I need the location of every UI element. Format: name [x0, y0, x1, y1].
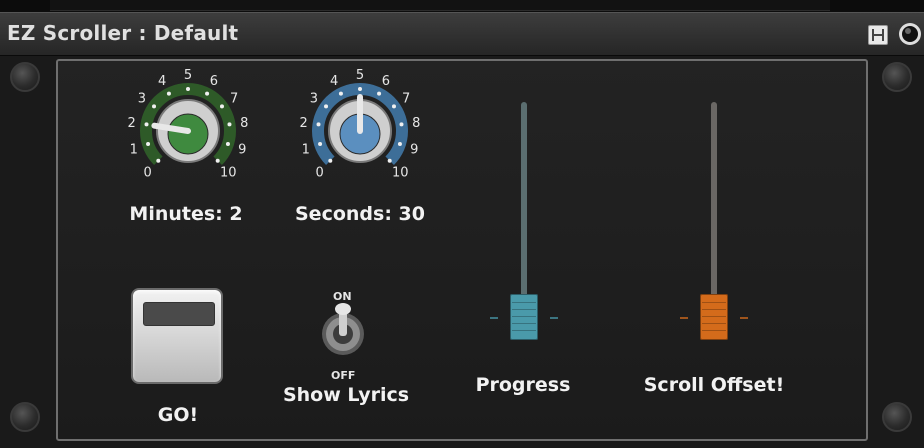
knob-tick-label: 6	[382, 74, 390, 89]
top-slot	[50, 0, 830, 11]
scroll-offset-slider[interactable]	[678, 80, 750, 360]
screw-bottom-left	[10, 402, 40, 432]
show-lyrics-toggle[interactable]	[318, 300, 368, 364]
knob-dot	[397, 141, 402, 146]
knob-tick-label: 7	[230, 91, 238, 106]
knob-tick-label: 5	[184, 68, 192, 83]
knob-tick-label: 1	[302, 143, 310, 158]
power-icon-glyph	[899, 23, 921, 45]
slider-side-mark	[490, 317, 498, 319]
knob-tick-label: 3	[138, 91, 146, 106]
knob-tick-label: 0	[316, 165, 324, 180]
knob-dot	[324, 104, 329, 109]
knob-dot	[316, 122, 321, 127]
slider-track	[711, 102, 717, 320]
slider-grip	[702, 316, 726, 317]
knob-dot	[144, 122, 149, 127]
top-strip	[0, 0, 924, 12]
show-lyrics-label: Show Lyrics	[282, 384, 410, 406]
knob-dot	[377, 91, 382, 96]
knob-dot	[328, 158, 333, 163]
knob-dot	[338, 91, 343, 96]
scroll-offset-label: Scroll Offset!	[643, 374, 785, 396]
knob-dot	[219, 104, 224, 109]
slider-side-mark	[740, 317, 748, 319]
knob-dot	[205, 91, 210, 96]
slider-track	[521, 102, 527, 320]
progress-label: Progress	[475, 374, 571, 396]
go-indicator	[143, 302, 215, 326]
knob-dot	[399, 122, 404, 127]
slider-grip	[702, 302, 726, 303]
window-title: EZ Scroller : Default	[7, 21, 239, 45]
knob-tick-label: 3	[310, 91, 318, 106]
title-bar: EZ Scroller : Default	[0, 12, 924, 56]
toggle-off-label: OFF	[331, 369, 356, 382]
screw-bottom-right	[882, 402, 912, 432]
knob-dot	[186, 87, 190, 91]
seconds-knob[interactable]: 01 234 5 678 910	[290, 65, 430, 205]
go-button[interactable]	[131, 288, 223, 384]
save-icon[interactable]	[868, 25, 888, 45]
slider-grip	[512, 309, 536, 310]
knob-tick-label: 2	[128, 116, 136, 131]
knob-dot	[156, 158, 161, 163]
slider-side-mark	[550, 317, 558, 319]
knob-tick-label: 8	[412, 116, 420, 131]
knob-dot	[166, 91, 171, 96]
slider-side-mark	[680, 317, 688, 319]
knob-dot	[318, 141, 323, 146]
slider-grip	[702, 323, 726, 324]
slider-grip	[512, 302, 536, 303]
knob-dot	[215, 158, 220, 163]
progress-slider[interactable]	[488, 80, 560, 360]
minutes-label: Minutes: 2	[129, 203, 243, 225]
knob-tick-label: 9	[238, 143, 246, 158]
knob-dot	[146, 141, 151, 146]
slider-thumb[interactable]	[700, 294, 728, 340]
knob-tick-label: 10	[220, 165, 237, 180]
knob-tick-label: 9	[410, 143, 418, 158]
screw-top-right	[882, 62, 912, 92]
knob-dot	[391, 104, 396, 109]
knob-tick-label: 7	[402, 91, 410, 106]
slider-thumb[interactable]	[510, 294, 538, 340]
screw-top-left	[10, 62, 40, 92]
knob-tick-label: 6	[210, 74, 218, 89]
knob-tick-label: 4	[330, 74, 338, 89]
knob-dot	[152, 104, 157, 109]
slider-grip	[702, 330, 726, 331]
slider-grip	[512, 323, 536, 324]
save-icon-glyph	[872, 29, 884, 41]
knob-tick-label: 8	[240, 116, 248, 131]
knob-tick-label: 4	[158, 74, 166, 89]
slider-grip	[702, 309, 726, 310]
slider-grip	[512, 316, 536, 317]
knob-dot	[227, 122, 232, 127]
knob-tick-label: 1	[130, 143, 138, 158]
knob-dot	[225, 141, 230, 146]
knob-dot	[358, 87, 362, 91]
go-label: GO!	[157, 404, 199, 426]
seconds-label: Seconds: 30	[295, 203, 425, 225]
knob-tick-label: 0	[144, 165, 152, 180]
knob-tick-label: 5	[356, 68, 364, 83]
slider-grip	[512, 330, 536, 331]
knob-tick-label: 2	[300, 116, 308, 131]
knob-cap	[167, 113, 209, 155]
knob-dot	[387, 158, 392, 163]
power-icon[interactable]	[898, 22, 922, 46]
knob-tick-label: 10	[392, 165, 409, 180]
minutes-knob[interactable]: 01 234 5 678 910	[118, 65, 258, 205]
